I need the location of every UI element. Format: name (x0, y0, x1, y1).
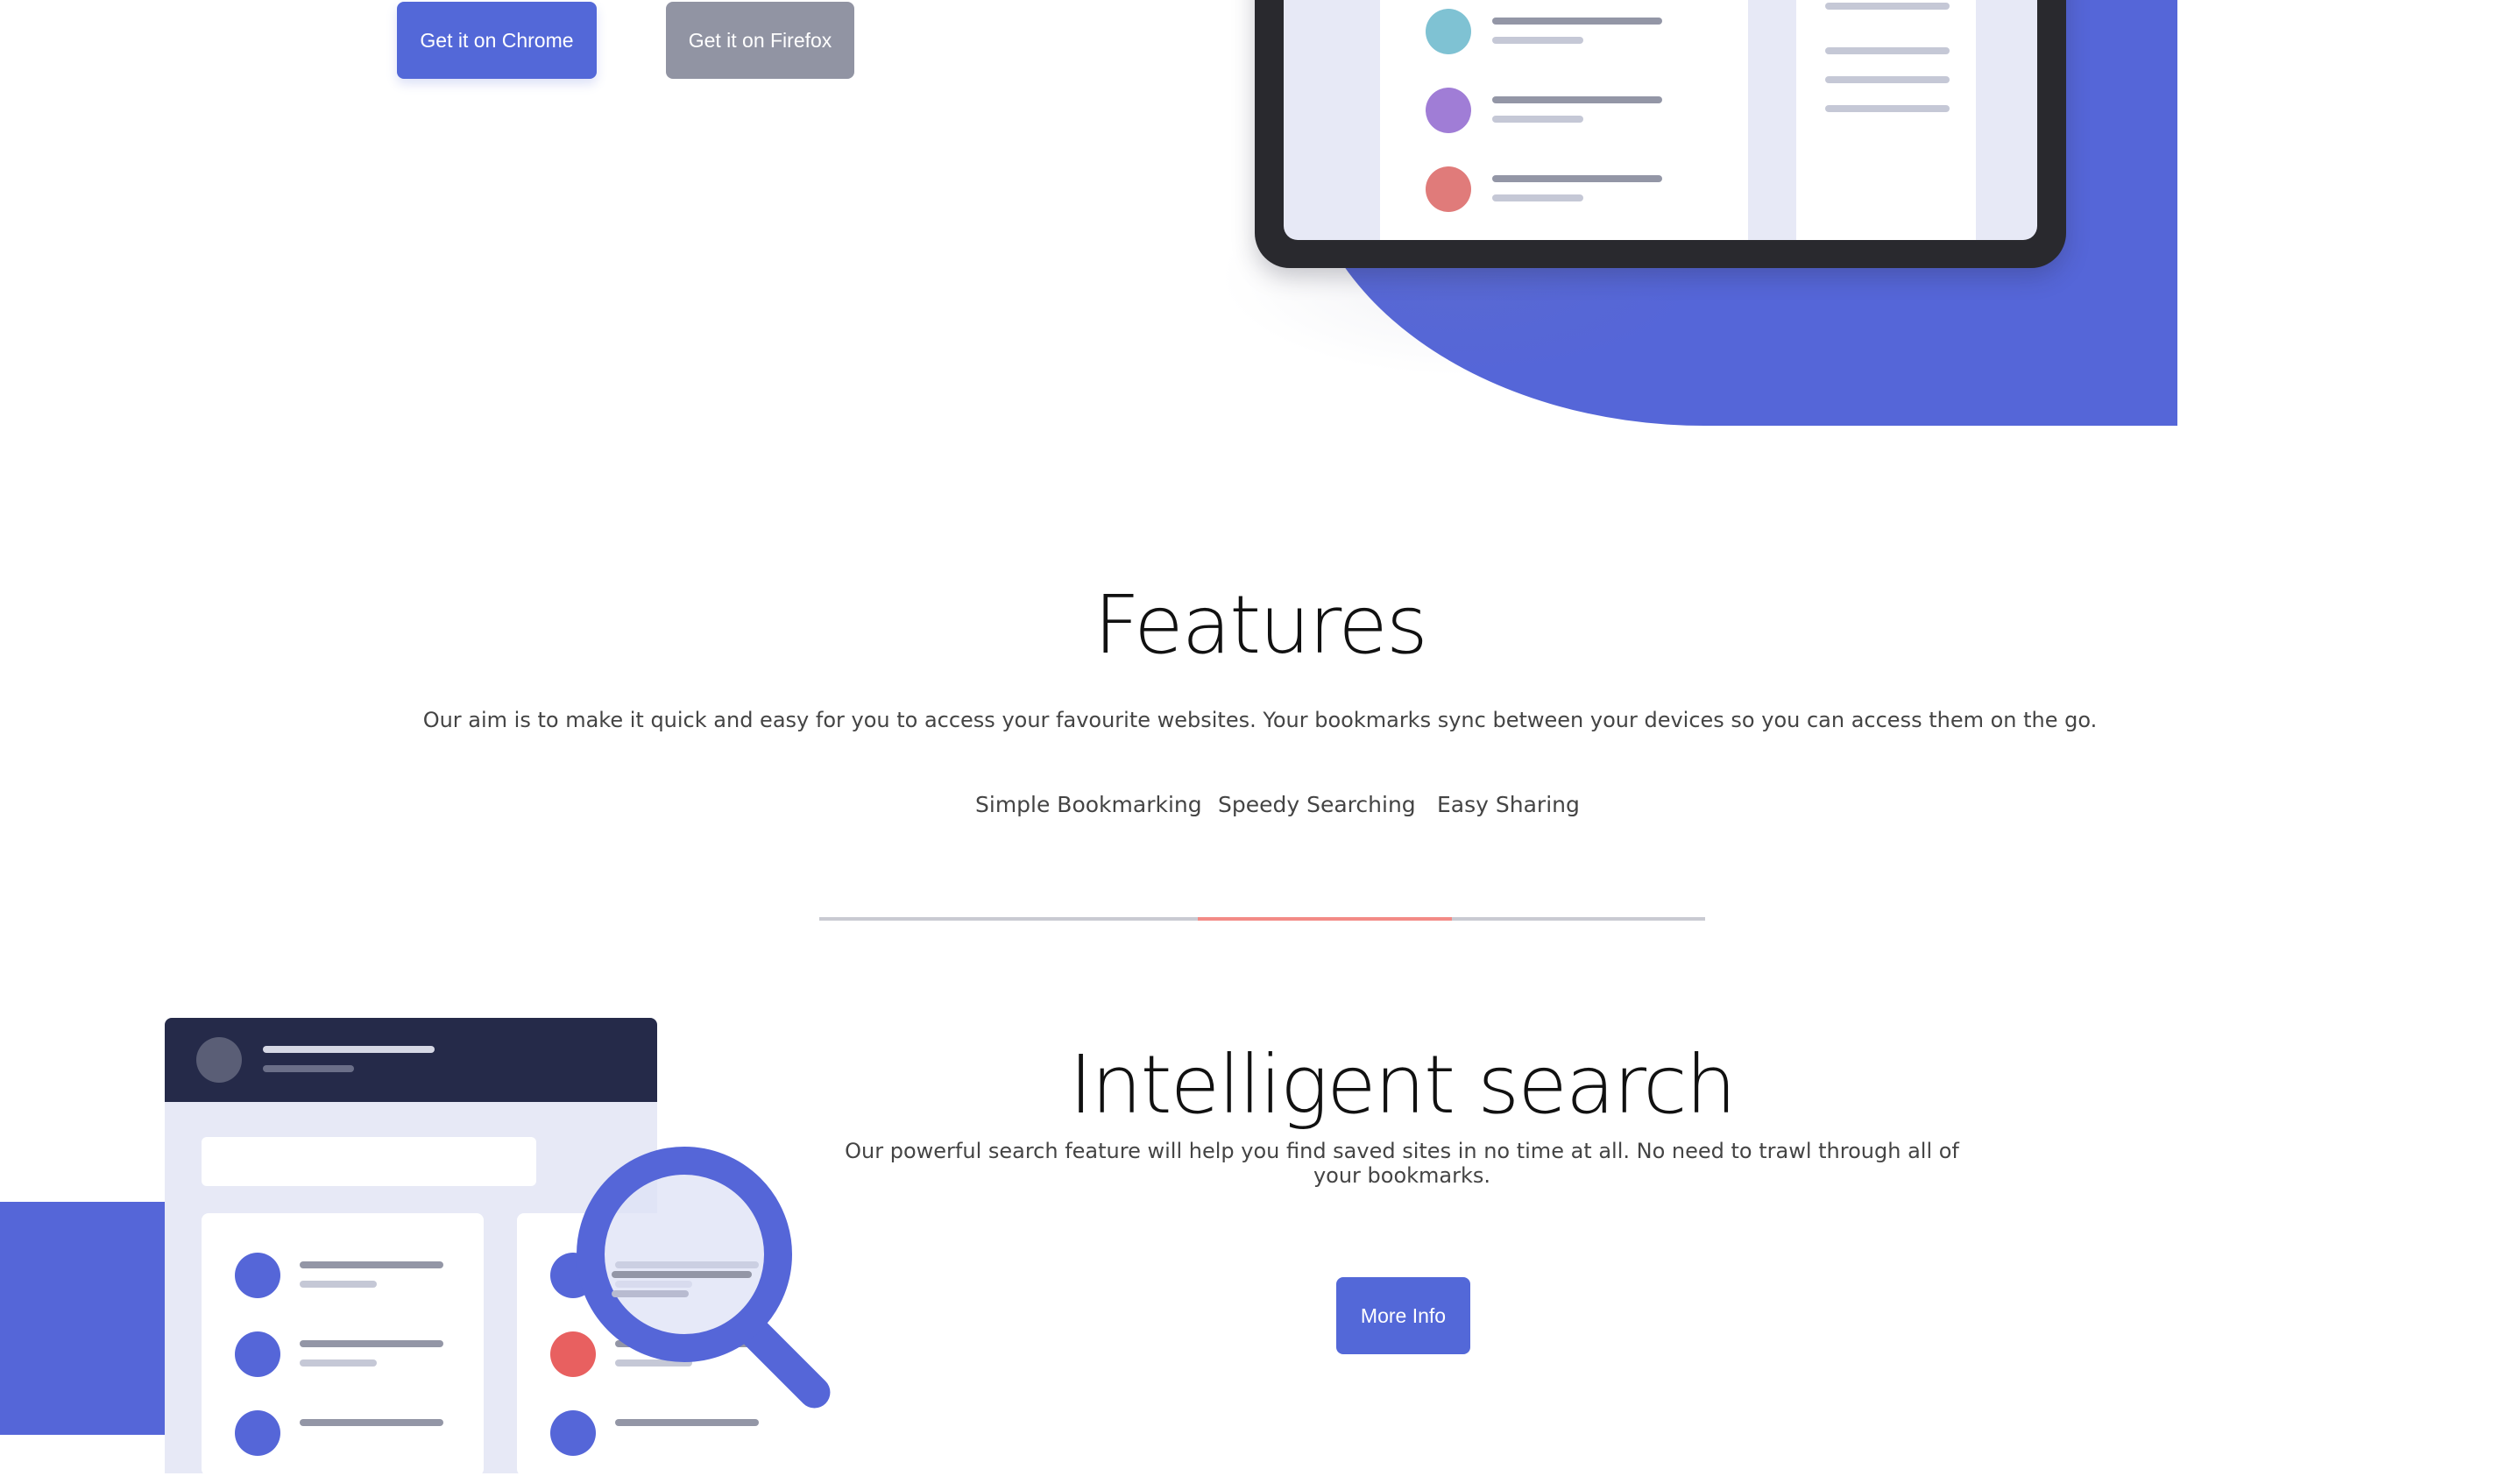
bookmark-title-placeholder (300, 1261, 443, 1268)
bookmark-subtitle-placeholder (1492, 194, 1583, 201)
bookmark-title-placeholder (300, 1340, 443, 1347)
intelligent-search-heading: Intelligent search (1069, 1038, 1737, 1132)
app-header-bar (165, 1018, 657, 1102)
side-line-placeholder (1825, 47, 1950, 54)
bookmark-subtitle-placeholder (300, 1359, 377, 1367)
header-subtitle-placeholder (263, 1065, 354, 1072)
header-title-placeholder (263, 1046, 435, 1053)
bookmark-subtitle-placeholder (300, 1281, 377, 1288)
tab-speedy-searching[interactable]: Speedy Searching (1218, 792, 1416, 817)
bookmark-title-placeholder (615, 1419, 759, 1426)
bookmark-avatar-teal (1426, 9, 1471, 54)
magnified-line-placeholder (612, 1290, 689, 1297)
features-heading: Features (1094, 578, 1428, 672)
tablet-bookmark-list (1380, 0, 1748, 240)
bookmark-subtitle-placeholder (1492, 116, 1583, 123)
bookmark-title-placeholder (1492, 18, 1662, 25)
side-line-placeholder (1825, 76, 1950, 83)
header-avatar (196, 1037, 242, 1083)
bookmark-avatar (235, 1331, 280, 1377)
tablet-screen (1284, 0, 2037, 240)
bookmark-title-placeholder (1492, 96, 1662, 103)
active-tab-indicator (1198, 917, 1452, 921)
app-search-field-illustration (202, 1137, 536, 1186)
side-line-placeholder (1825, 105, 1950, 112)
side-line-placeholder (1825, 3, 1950, 10)
magnified-line-placeholder (612, 1271, 752, 1278)
bookmark-avatar-alert (550, 1331, 596, 1377)
bookmark-avatar (235, 1253, 280, 1298)
bookmark-subtitle-placeholder (1492, 37, 1583, 44)
more-info-button[interactable]: More Info (1336, 1277, 1470, 1354)
bookmark-avatar (235, 1410, 280, 1456)
get-it-on-firefox-button[interactable]: Get it on Firefox (666, 2, 854, 79)
bookmark-card-left (202, 1213, 484, 1476)
tablet-side-panel (1796, 0, 1976, 240)
bookmark-avatar-purple (1426, 88, 1471, 133)
bookmark-avatar (550, 1410, 596, 1456)
tab-easy-sharing[interactable]: Easy Sharing (1437, 792, 1580, 817)
magnifier-icon (577, 1147, 792, 1362)
features-description: Our aim is to make it quick and easy for… (422, 708, 2098, 732)
tab-simple-bookmarking[interactable]: Simple Bookmarking (975, 792, 1202, 817)
get-it-on-chrome-button[interactable]: Get it on Chrome (397, 2, 597, 79)
bookmark-title-placeholder (300, 1419, 443, 1426)
intelligent-search-description: Our powerful search feature will help yo… (845, 1139, 1959, 1188)
bookmark-avatar-red (1426, 166, 1471, 212)
bookmark-title-placeholder (1492, 175, 1662, 182)
